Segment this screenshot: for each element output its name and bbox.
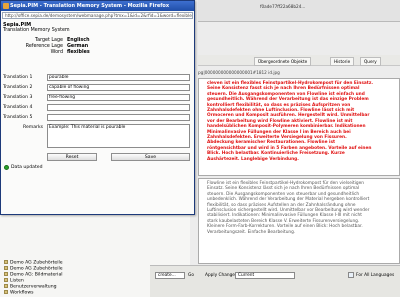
- app-subtitle: Translation Memory System: [3, 28, 70, 33]
- folder-icon: [4, 284, 8, 288]
- firefox-icon: [3, 3, 9, 9]
- bottom-action-bar: create... Go Apply Changes to: Current F…: [150, 265, 400, 297]
- translation-5-input[interactable]: [47, 114, 190, 121]
- tree-item[interactable]: Workflows: [4, 290, 34, 296]
- background-url-fragment: f0ade77ff22a68b24...: [260, 4, 306, 9]
- description-text-grey: Flowline ist ein flexibles Feinstpartike…: [207, 181, 370, 235]
- apply-changes-select[interactable]: Current: [235, 272, 295, 279]
- translation-4-input[interactable]: [47, 104, 190, 111]
- checkbox-icon[interactable]: [348, 272, 354, 278]
- remarks-label: Remarks: [22, 125, 43, 130]
- tab-parent-objects[interactable]: Übergeordnete Objekte: [254, 57, 312, 66]
- status-ok-icon: [4, 165, 9, 170]
- translation-2-input[interactable]: capable of flowing: [47, 84, 190, 91]
- all-languages-label: For All Languages: [356, 273, 395, 278]
- go-button[interactable]: Go: [188, 272, 194, 279]
- create-select[interactable]: create...: [155, 272, 185, 279]
- translation-3-input[interactable]: free-flowing: [47, 94, 190, 101]
- folder-icon: [4, 266, 8, 270]
- word-label: Word: [50, 50, 63, 55]
- folder-icon: [4, 260, 8, 264]
- tab-history[interactable]: Historie: [330, 57, 355, 66]
- translation-memory-window: Sepia.PIM - Translation Memory System - …: [0, 0, 195, 215]
- folder-icon: [4, 290, 8, 294]
- folder-icon: [4, 272, 8, 276]
- tab-query[interactable]: Query: [360, 57, 381, 66]
- window-titlebar[interactable]: Sepia.PIM - Translation Memory System - …: [1, 1, 194, 11]
- description-editor-reference[interactable]: Flowline ist ein flexibles Feinstpartike…: [198, 178, 400, 264]
- translation-4-label: Translation 4: [3, 105, 33, 110]
- translation-1-label: Translation 1: [3, 75, 33, 80]
- description-editor-german[interactable]: cleven ist ein flexibles Feinstpartikel-…: [198, 78, 400, 176]
- word-value: flexibles: [67, 50, 90, 55]
- translation-1-input[interactable]: pourable: [47, 74, 190, 81]
- reset-button[interactable]: Reset: [47, 153, 97, 161]
- description-text-red: cleven ist ein flexibles Feinstpartikel-…: [207, 81, 373, 162]
- popup-url-bar[interactable]: http://office.sepia.de/demosystem/webman…: [2, 12, 193, 19]
- translation-3-label: Translation 3: [3, 95, 33, 100]
- translation-2-label: Translation 2: [3, 85, 33, 90]
- remarks-textarea[interactable]: Example: This material is pourable: [47, 124, 190, 148]
- status-message: Data updated: [11, 165, 43, 170]
- record-id-line: pg|000000000000000001#1812 id.jpg: [198, 70, 280, 75]
- translation-5-label: Translation 5: [3, 115, 33, 120]
- save-button[interactable]: Save: [111, 153, 190, 161]
- folder-icon: [4, 278, 8, 282]
